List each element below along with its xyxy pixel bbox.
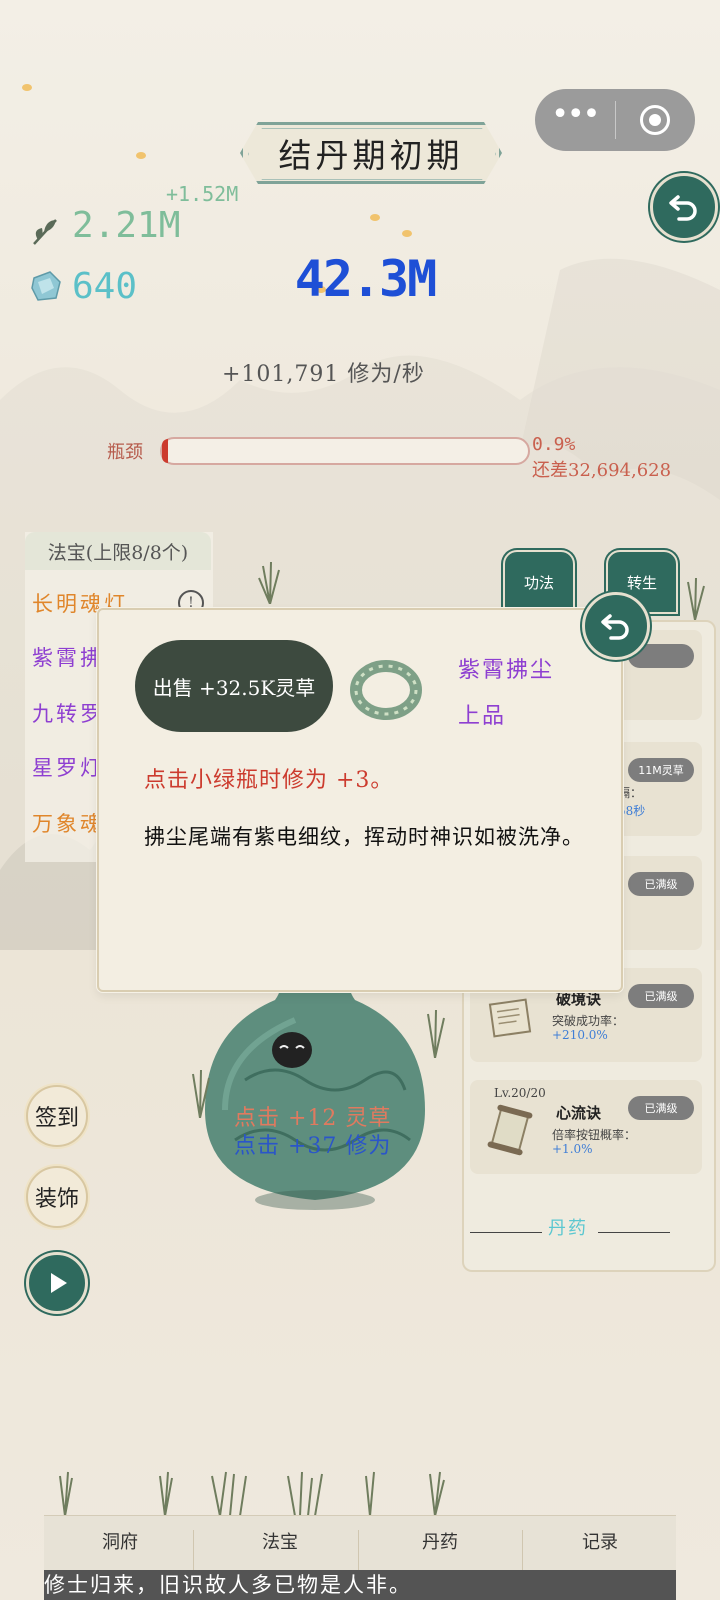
news-ticker: 修士归来，旧识故人多已物是人非。 xyxy=(44,1570,676,1600)
miniprogram-capsule: ••• xyxy=(535,89,695,151)
cultivation-rate: +101,791 修为/秒 xyxy=(222,362,425,387)
target-icon xyxy=(640,105,671,135)
nav-item-dongfu[interactable]: 洞府 xyxy=(60,1528,180,1554)
plaque-inner-border xyxy=(248,128,496,180)
grass-decoration xyxy=(687,578,705,620)
play-button[interactable] xyxy=(26,1252,88,1314)
grass-decoration xyxy=(59,1471,445,1516)
tab-gongfa[interactable]: 功法 xyxy=(503,550,575,614)
pill-section-label[interactable]: 丹药 xyxy=(548,1214,588,1240)
scroll-book-icon xyxy=(488,998,532,1038)
bottleneck-label: 瓶颈 xyxy=(107,442,143,463)
leaf-icon xyxy=(33,219,57,245)
progress-fill xyxy=(162,439,168,463)
popup-close-button[interactable] xyxy=(582,592,650,660)
item-name: 紫霄拂尘 xyxy=(458,658,555,683)
back-button[interactable] xyxy=(650,173,718,241)
scroll-icon xyxy=(487,1104,533,1156)
progress-track xyxy=(160,437,530,465)
nav-item-danyao[interactable]: 丹药 xyxy=(380,1528,500,1554)
artifact-item[interactable]: 紫霄拂 xyxy=(32,642,104,672)
section-divider-line xyxy=(470,1232,542,1233)
item-grade: 上品 xyxy=(458,704,507,729)
whisk-item-icon xyxy=(350,660,422,720)
sell-button[interactable]: 出售 +32.5K灵草 xyxy=(135,640,333,732)
checkin-button[interactable]: 签到 xyxy=(26,1085,88,1147)
grass-decoration xyxy=(258,562,280,604)
skill-value: +210.0% xyxy=(552,1028,608,1042)
skill-badge[interactable]: 已满级 xyxy=(628,872,694,896)
skill-badge[interactable]: 已满级 xyxy=(628,1096,694,1120)
close-miniprogram-button[interactable] xyxy=(616,89,696,151)
skill-badge[interactable]: 11M灵草 xyxy=(628,758,694,782)
petal-decoration xyxy=(402,230,412,237)
petal-decoration xyxy=(370,214,380,221)
green-vase[interactable] xyxy=(185,960,445,1220)
skill-name: 心流诀 xyxy=(556,1104,602,1122)
undo-arrow-icon xyxy=(669,195,697,221)
artifact-item[interactable]: 星罗灯 xyxy=(32,752,104,782)
artifact-panel-header: 法宝(上限8/8个) xyxy=(25,532,211,570)
click-cultivation-reward: 点击 +37 修为 xyxy=(234,1134,392,1159)
bottleneck-remaining: 还差32,694,628 xyxy=(532,460,672,481)
skill-desc: 倍率按钮概率： xyxy=(552,1128,637,1142)
section-divider-line xyxy=(598,1232,670,1233)
herb-amount: 2.21M xyxy=(72,205,181,246)
artifact-item[interactable]: 九转罗 xyxy=(32,698,104,728)
undo-arrow-icon xyxy=(601,614,629,640)
spirit-mask-icon xyxy=(272,1032,312,1068)
grass-decoration xyxy=(192,1070,210,1118)
item-description: 拂尘尾端有紫电细纹，挥动时神识如被洗净。 xyxy=(144,825,584,849)
nav-item-fabao[interactable]: 法宝 xyxy=(220,1528,340,1554)
more-dots-icon: ••• xyxy=(551,97,600,132)
bottleneck-progress xyxy=(160,437,530,465)
grass-decoration xyxy=(427,1010,445,1058)
item-effect: 点击小绿瓶时修为 +3。 xyxy=(144,768,394,793)
bottleneck-percent: 0.9% xyxy=(532,434,576,455)
play-icon xyxy=(51,1273,67,1293)
nav-item-jilu[interactable]: 记录 xyxy=(540,1528,660,1554)
skill-level: Lv.20/20 xyxy=(494,1086,546,1100)
skill-value: +1.0% xyxy=(552,1142,593,1156)
spirit-stone-icon xyxy=(31,271,61,301)
more-menu-button[interactable]: ••• xyxy=(535,89,615,151)
petal-decoration xyxy=(22,84,32,91)
stone-amount: 640 xyxy=(72,266,138,307)
cultivation-total: 42.3M xyxy=(294,250,438,308)
decorate-button[interactable]: 装饰 xyxy=(26,1166,88,1228)
artifact-item[interactable]: 万象魂 xyxy=(32,808,104,838)
petal-decoration xyxy=(136,152,146,159)
herb-gain: +1.52M xyxy=(166,182,239,206)
skill-badge[interactable]: 已满级 xyxy=(628,984,694,1008)
skill-desc: 突破成功率： xyxy=(552,1014,625,1028)
